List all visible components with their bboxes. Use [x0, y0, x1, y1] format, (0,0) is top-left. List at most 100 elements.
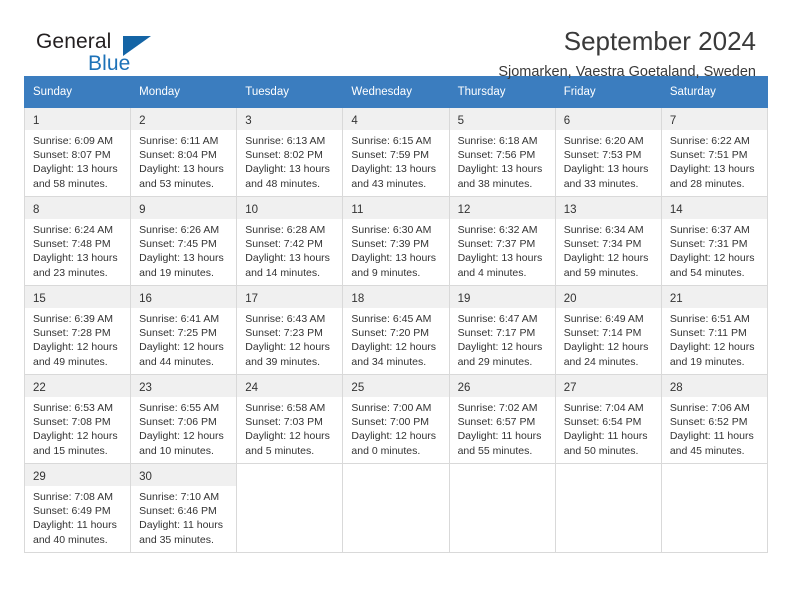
- daylight-text-line2: and 49 minutes.: [33, 355, 108, 368]
- day-number-bar: 4: [343, 108, 449, 130]
- calendar-day-cell[interactable]: 19 Sunrise: 6:47 AM Sunset: 7:17 PM Dayligh…: [448, 285, 556, 375]
- calendar-day-cell[interactable]: 24 Sunrise: 6:58 AM Sunset: 7:03 PM Dayligh…: [236, 374, 344, 464]
- calendar-day-cell[interactable]: 18 Sunrise: 6:45 AM Sunset: 7:20 PM Dayligh…: [342, 285, 450, 375]
- day-number: 18: [351, 293, 365, 305]
- daylight-text-line2: and 45 minutes.: [669, 444, 745, 457]
- calendar-day-cell[interactable]: 15 Sunrise: 6:39 AM Sunset: 7:28 PM Dayligh…: [23, 285, 132, 375]
- day-number-bar: 21: [661, 286, 767, 308]
- daylight-text-line2: and 59 minutes.: [563, 266, 639, 279]
- day-sun-info: Sunrise: 7:10 AM Sunset: 6:46 PM Daylight:…: [131, 486, 236, 547]
- calendar-day-cell[interactable]: 25 Sunrise: 7:00 AM Sunset: 7:00 PM Dayligh…: [342, 374, 450, 464]
- calendar-day-cell[interactable]: [554, 463, 662, 553]
- day-sun-info: Sunrise: 6:45 AM Sunset: 7:20 PM Daylight:…: [343, 308, 448, 369]
- sunset-text: Sunset: 8:04 PM: [139, 149, 217, 162]
- day-number-bar: 14: [661, 197, 767, 219]
- sunset-text: Sunset: 7:45 PM: [139, 238, 217, 251]
- day-cell-content: 18 Sunrise: 6:45 AM Sunset: 7:20 PM Dayligh…: [343, 286, 449, 374]
- day-number: 12: [457, 204, 471, 216]
- daylight-text-line2: and 10 minutes.: [139, 444, 214, 457]
- day-number-bar: 2: [131, 108, 237, 130]
- sunrise-text: Sunrise: 7:02 AM: [457, 402, 538, 414]
- day-cell-content: 1 Sunrise: 6:09 AM Sunset: 8:07 PM Daylight…: [25, 108, 131, 196]
- day-sun-info: Sunrise: 6:41 AM Sunset: 7:25 PM Daylight:…: [131, 308, 236, 369]
- calendar-day-cell[interactable]: 27 Sunrise: 7:04 AM Sunset: 6:54 PM Dayligh…: [554, 374, 662, 464]
- calendar-day-cell[interactable]: 16 Sunrise: 6:41 AM Sunset: 7:25 PM Dayligh…: [130, 285, 238, 375]
- page-header: General Blue September 2024 Sjomarken, V…: [24, 0, 768, 80]
- calendar-day-cell[interactable]: [342, 463, 450, 553]
- sunset-text: Sunset: 8:07 PM: [33, 149, 111, 162]
- day-sun-info: Sunrise: 6:13 AM Sunset: 8:02 PM Daylight:…: [237, 130, 342, 191]
- calendar-day-cell[interactable]: 26 Sunrise: 7:02 AM Sunset: 6:57 PM Dayligh…: [448, 374, 556, 464]
- sunrise-text: Sunrise: 6:24 AM: [33, 224, 113, 236]
- sunrise-text: Sunrise: 6:45 AM: [351, 313, 432, 325]
- calendar-day-cell[interactable]: 7 Sunrise: 6:22 AM Sunset: 7:51 PM Daylight…: [660, 107, 769, 197]
- day-number: 6: [563, 115, 571, 127]
- day-number-bar: 9: [131, 197, 237, 219]
- daylight-text-line2: and 43 minutes.: [351, 177, 427, 190]
- daylight-text-line2: and 50 minutes.: [563, 444, 639, 457]
- day-number: 26: [457, 382, 471, 394]
- daylight-text-line1: Daylight: 12 hours: [33, 341, 118, 354]
- sunset-text: Sunset: 7:06 PM: [139, 416, 217, 429]
- daylight-text-line1: Daylight: 12 hours: [351, 430, 437, 443]
- sunrise-text: Sunrise: 6:18 AM: [457, 135, 538, 147]
- calendar-day-cell[interactable]: 23 Sunrise: 6:55 AM Sunset: 7:06 PM Dayligh…: [130, 374, 238, 464]
- calendar-day-cell[interactable]: 11 Sunrise: 6:30 AM Sunset: 7:39 PM Dayligh…: [342, 196, 450, 286]
- day-cell-content: 14 Sunrise: 6:37 AM Sunset: 7:31 PM Dayligh…: [661, 197, 767, 285]
- calendar-day-cell[interactable]: 1 Sunrise: 6:09 AM Sunset: 8:07 PM Daylight…: [23, 107, 132, 197]
- month-calendar-table: Sunday Monday Tuesday Wednesday Thursday…: [23, 76, 769, 553]
- day-number: 10: [245, 204, 259, 216]
- day-sun-info: Sunrise: 6:43 AM Sunset: 7:23 PM Daylight:…: [237, 308, 342, 369]
- day-number: 23: [139, 382, 152, 394]
- day-number: 20: [563, 293, 577, 305]
- day-number: 21: [669, 293, 683, 305]
- calendar-day-cell[interactable]: 22 Sunrise: 6:53 AM Sunset: 7:08 PM Dayligh…: [23, 374, 132, 464]
- calendar-day-cell[interactable]: 30 Sunrise: 7:10 AM Sunset: 6:46 PM Dayligh…: [130, 463, 238, 553]
- calendar-day-cell[interactable]: 6 Sunrise: 6:20 AM Sunset: 7:53 PM Daylight…: [554, 107, 662, 197]
- day-number: 14: [669, 204, 683, 216]
- daylight-text-line2: and 0 minutes.: [351, 444, 421, 457]
- logo-text-blue: Blue: [88, 52, 131, 75]
- daylight-text-line1: Daylight: 13 hours: [139, 252, 224, 265]
- calendar-day-cell[interactable]: 3 Sunrise: 6:13 AM Sunset: 8:02 PM Daylight…: [236, 107, 344, 197]
- calendar-day-cell[interactable]: 13 Sunrise: 6:34 AM Sunset: 7:34 PM Dayligh…: [554, 196, 662, 286]
- day-cell-content: 17 Sunrise: 6:43 AM Sunset: 7:23 PM Dayligh…: [237, 286, 343, 374]
- logo-text-general: General: [36, 30, 112, 53]
- day-number: 8: [33, 204, 40, 216]
- day-sun-info: Sunrise: 7:04 AM Sunset: 6:54 PM Daylight:…: [556, 397, 661, 458]
- general-blue-logo[interactable]: General Blue: [24, 26, 164, 84]
- sunrise-text: Sunrise: 6:34 AM: [563, 224, 644, 236]
- calendar-day-cell[interactable]: 14 Sunrise: 6:37 AM Sunset: 7:31 PM Dayligh…: [660, 196, 769, 286]
- day-sun-info: Sunrise: 6:26 AM Sunset: 7:45 PM Daylight:…: [131, 219, 236, 280]
- calendar-day-cell[interactable]: 21 Sunrise: 6:51 AM Sunset: 7:11 PM Dayligh…: [660, 285, 769, 375]
- day-sun-info: Sunrise: 6:49 AM Sunset: 7:14 PM Daylight:…: [556, 308, 661, 369]
- day-number: 22: [33, 382, 46, 394]
- sunset-text: Sunset: 7:20 PM: [351, 327, 430, 340]
- calendar-day-cell[interactable]: 28 Sunrise: 7:06 AM Sunset: 6:52 PM Dayligh…: [660, 374, 769, 464]
- calendar-day-cell[interactable]: [236, 463, 344, 553]
- sunrise-text: Sunrise: 6:11 AM: [139, 135, 219, 147]
- day-number: 28: [669, 382, 683, 394]
- day-cell-content: 15 Sunrise: 6:39 AM Sunset: 7:28 PM Dayligh…: [25, 286, 131, 374]
- calendar-day-cell[interactable]: [448, 463, 556, 553]
- calendar-day-cell[interactable]: 9 Sunrise: 6:26 AM Sunset: 7:45 PM Daylight…: [130, 196, 238, 286]
- calendar-day-cell[interactable]: 4 Sunrise: 6:15 AM Sunset: 7:59 PM Daylight…: [342, 107, 450, 197]
- daylight-text-line2: and 48 minutes.: [245, 177, 320, 190]
- day-sun-info: Sunrise: 6:11 AM Sunset: 8:04 PM Daylight:…: [131, 130, 236, 191]
- calendar-day-cell[interactable]: 10 Sunrise: 6:28 AM Sunset: 7:42 PM Dayligh…: [236, 196, 344, 286]
- calendar-day-cell[interactable]: 29 Sunrise: 7:08 AM Sunset: 6:49 PM Dayligh…: [23, 463, 132, 553]
- calendar-day-cell[interactable]: 12 Sunrise: 6:32 AM Sunset: 7:37 PM Dayligh…: [448, 196, 556, 286]
- daylight-text-line2: and 44 minutes.: [139, 355, 214, 368]
- sunrise-text: Sunrise: 6:49 AM: [563, 313, 644, 325]
- calendar-day-cell[interactable]: 17 Sunrise: 6:43 AM Sunset: 7:23 PM Dayligh…: [236, 285, 344, 375]
- calendar-day-cell[interactable]: 20 Sunrise: 6:49 AM Sunset: 7:14 PM Dayligh…: [554, 285, 662, 375]
- sunrise-text: Sunrise: 6:51 AM: [669, 313, 750, 325]
- calendar-day-cell[interactable]: 2 Sunrise: 6:11 AM Sunset: 8:04 PM Daylight…: [130, 107, 238, 197]
- daylight-text-line2: and 58 minutes.: [33, 177, 108, 190]
- daylight-text-line1: Daylight: 12 hours: [245, 341, 330, 354]
- daylight-text-line2: and 24 minutes.: [563, 355, 639, 368]
- calendar-day-cell[interactable]: [660, 463, 769, 553]
- calendar-day-cell[interactable]: 5 Sunrise: 6:18 AM Sunset: 7:56 PM Daylight…: [448, 107, 556, 197]
- calendar-day-cell[interactable]: 8 Sunrise: 6:24 AM Sunset: 7:48 PM Daylight…: [23, 196, 132, 286]
- sunrise-text: Sunrise: 6:53 AM: [33, 402, 113, 414]
